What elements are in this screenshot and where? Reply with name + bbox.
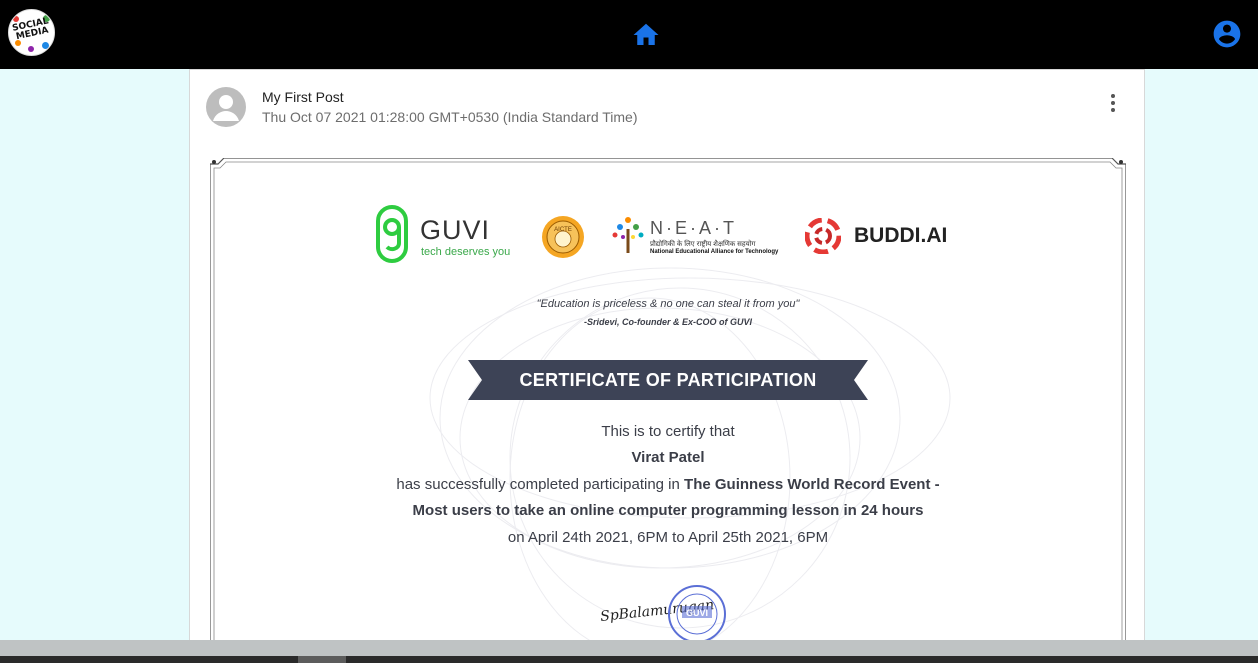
seal-text: GUVI xyxy=(686,608,708,618)
certificate-event-name: The Guinness World Record Event - xyxy=(684,476,940,493)
guvi-seal-icon: GUVI xyxy=(668,585,726,643)
certificate-line-event: has successfully completed participating… xyxy=(210,476,1126,493)
certificate-line-event-detail: Most users to take an online computer pr… xyxy=(412,502,924,519)
post-menu-button[interactable] xyxy=(1103,92,1123,114)
social-media-logo[interactable]: SOCIAL MEDIA xyxy=(8,9,55,56)
account-button[interactable] xyxy=(1211,18,1243,50)
post-avatar[interactable] xyxy=(206,87,246,127)
certificate-recipient: Virat Patel xyxy=(631,449,705,466)
aicte-label: AICTE xyxy=(554,227,572,233)
certificate-title: CERTIFICATE OF PARTICIPATION xyxy=(519,370,817,390)
certificate-event-prefix: has successfully completed participating… xyxy=(396,476,685,493)
certificate-line-certify: This is to certify that xyxy=(601,423,735,440)
guvi-tagline: tech deserves you xyxy=(421,246,511,258)
aicte-logo-icon: AICTE xyxy=(542,216,584,258)
more-vert-icon xyxy=(1111,94,1115,112)
top-app-bar: SOCIAL MEDIA xyxy=(0,0,1258,69)
buddi-logo-icon xyxy=(805,218,841,254)
buddi-name: BUDDI.AI xyxy=(854,224,948,247)
person-icon xyxy=(213,95,239,121)
horizontal-scrollbar[interactable] xyxy=(0,640,1258,656)
post-date: Thu Oct 07 2021 01:28:00 GMT+0530 (India… xyxy=(262,109,638,125)
certificate-line-dates: on April 24th 2021, 6PM to April 25th 20… xyxy=(507,529,829,546)
post-card: My First Post Thu Oct 07 2021 01:28:00 G… xyxy=(189,69,1145,649)
guvi-logo-icon xyxy=(376,205,408,263)
neat-subtitle: National Educational Alliance for Techno… xyxy=(650,249,779,255)
neat-name: N·E·A·T xyxy=(650,218,737,238)
post-title: My First Post xyxy=(262,89,344,105)
account-circle-icon xyxy=(1213,20,1241,48)
post-image-certificate: GUVI tech deserves you AICTE N·E·A·T प्र… xyxy=(210,158,1126,648)
certificate-quote: "Education is priceless & no one can ste… xyxy=(536,298,800,310)
guvi-name: GUVI xyxy=(420,215,491,245)
neat-hindi-text: प्रौद्योगिकी के लिए राष्ट्रीय शैक्षणिक स… xyxy=(650,241,756,248)
home-icon xyxy=(633,23,659,45)
home-button[interactable] xyxy=(631,20,661,50)
certificate-quote-author: -Sridevi, Co-founder & Ex-COO of GUVI xyxy=(583,317,752,327)
scrollbar-thumb[interactable] xyxy=(298,656,346,663)
neat-tree-icon xyxy=(612,217,644,253)
